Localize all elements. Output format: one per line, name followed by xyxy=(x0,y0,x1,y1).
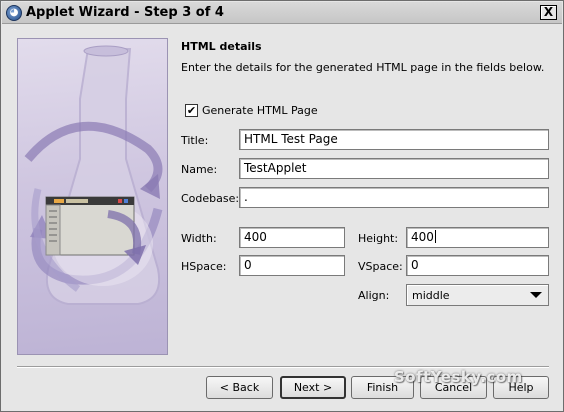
finish-button[interactable]: Finish xyxy=(351,376,414,399)
width-field[interactable]: 400 xyxy=(239,227,345,248)
name-field[interactable]: TestApplet xyxy=(239,158,549,179)
name-label: Name: xyxy=(181,163,218,176)
button-separator xyxy=(17,366,549,368)
wizard-side-graphic xyxy=(17,38,168,355)
hspace-label: HSpace: xyxy=(181,260,227,273)
height-label: Height: xyxy=(358,232,399,245)
align-selected-value: middle xyxy=(412,289,450,302)
close-button[interactable]: X xyxy=(540,5,557,20)
width-label: Width: xyxy=(181,232,217,245)
text-caret xyxy=(434,230,436,243)
align-label: Align: xyxy=(358,289,390,302)
window-title: Applet Wizard - Step 3 of 4 xyxy=(26,5,224,20)
title-bar[interactable]: ◕ Applet Wizard - Step 3 of 4 X xyxy=(2,2,562,24)
align-dropdown[interactable]: middle xyxy=(406,284,549,306)
height-field[interactable]: 400 xyxy=(406,227,549,248)
generate-html-checkbox[interactable]: ✔ xyxy=(185,104,198,117)
generate-html-label[interactable]: Generate HTML Page xyxy=(202,104,318,117)
codebase-field[interactable]: . xyxy=(239,187,549,208)
title-field[interactable]: HTML Test Page xyxy=(239,129,549,150)
applet-wizard-window: ◕ Applet Wizard - Step 3 of 4 X HTML det… xyxy=(0,0,564,412)
height-value: 400 xyxy=(411,230,434,244)
help-button[interactable]: Help xyxy=(493,376,549,399)
cancel-button[interactable]: Cancel xyxy=(420,376,487,399)
vspace-field[interactable]: 0 xyxy=(406,255,549,276)
codebase-label: Codebase: xyxy=(181,192,240,205)
section-description: Enter the details for the generated HTML… xyxy=(181,61,545,74)
back-button[interactable]: < Back xyxy=(206,376,273,399)
vspace-label: VSpace: xyxy=(358,260,403,273)
wizard-graphic-illustration xyxy=(24,45,163,305)
dropdown-arrow-icon[interactable] xyxy=(530,292,542,298)
hspace-field[interactable]: 0 xyxy=(239,255,345,276)
app-icon: ◕ xyxy=(6,5,22,21)
next-button[interactable]: Next > xyxy=(280,376,346,399)
section-heading: HTML details xyxy=(181,40,262,53)
title-label: Title: xyxy=(181,134,209,147)
